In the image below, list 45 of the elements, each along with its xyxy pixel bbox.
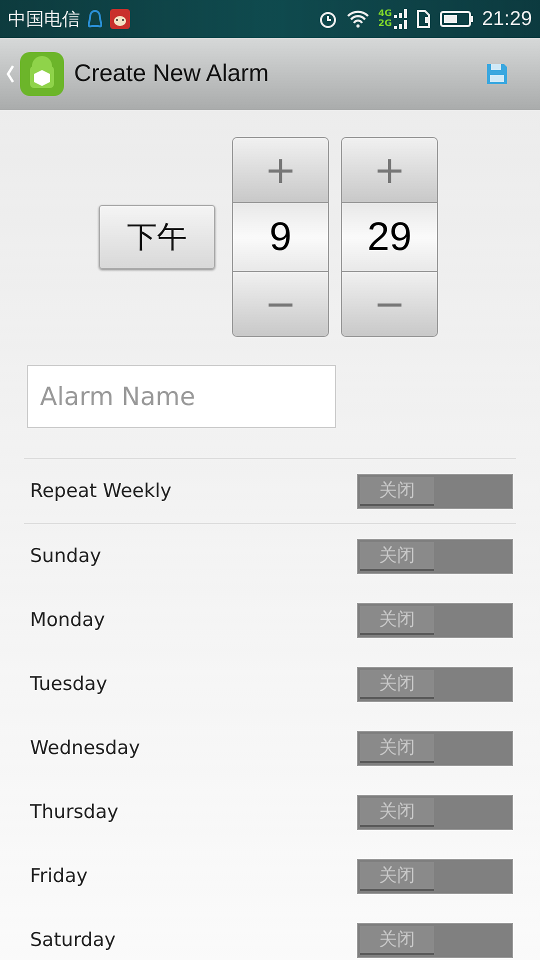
row-label: Wednesday: [30, 737, 140, 759]
toggle-switch[interactable]: 关闭: [357, 602, 513, 638]
am-pm-button[interactable]: 下午: [99, 205, 215, 269]
toggle-switch[interactable]: 关闭: [357, 794, 513, 830]
save-icon[interactable]: [486, 63, 508, 85]
decrement-button[interactable]: −: [342, 272, 437, 336]
android-app-icon: [20, 52, 64, 96]
switch-thumb: 关闭: [360, 670, 434, 698]
row-label: Thursday: [30, 801, 118, 823]
switch-thumb: 关闭: [360, 606, 434, 634]
row-label: Friday: [30, 865, 88, 887]
network-label: 4G: [378, 9, 392, 19]
signal-icon: [394, 8, 408, 30]
battery-icon: [440, 10, 474, 28]
row-label: Repeat Weekly: [30, 480, 172, 502]
carrier-name: 中国电信: [8, 8, 80, 31]
toggle-switch[interactable]: 关闭: [357, 858, 513, 894]
spinner-value: 9: [233, 202, 328, 272]
decrement-button[interactable]: −: [233, 272, 328, 336]
switch-thumb: 关闭: [360, 926, 434, 954]
spinner-value: 29: [342, 202, 437, 272]
back-icon[interactable]: [6, 65, 14, 83]
sim-alert-icon: [416, 9, 432, 29]
alarm-icon: [318, 9, 338, 29]
screen-title: Create New Alarm: [74, 60, 269, 88]
switch-thumb: 关闭: [360, 798, 434, 826]
toggle-switch[interactable]: 关闭: [357, 666, 513, 702]
clock-time: 21:29: [482, 8, 532, 30]
row-label: Saturday: [30, 929, 116, 951]
switch-thumb: 关闭: [360, 476, 434, 506]
increment-button[interactable]: +: [342, 138, 437, 202]
switch-thumb: 关闭: [360, 862, 434, 890]
toggle-switch[interactable]: 关闭: [357, 538, 513, 574]
row-label: Monday: [30, 609, 106, 631]
row-label: Sunday: [30, 545, 102, 567]
wifi-icon: [346, 10, 370, 28]
alarm-name-field[interactable]: Alarm Name: [27, 365, 336, 428]
switch-thumb: 关闭: [360, 542, 434, 570]
toggle-switch[interactable]: 关闭: [357, 474, 513, 508]
toggle-switch[interactable]: 关闭: [357, 730, 513, 766]
switch-thumb: 关闭: [360, 734, 434, 762]
row-label: Tuesday: [30, 673, 108, 695]
increment-button[interactable]: +: [233, 138, 328, 202]
toggle-switch[interactable]: 关闭: [357, 922, 513, 958]
network-label: 2G: [378, 19, 392, 29]
